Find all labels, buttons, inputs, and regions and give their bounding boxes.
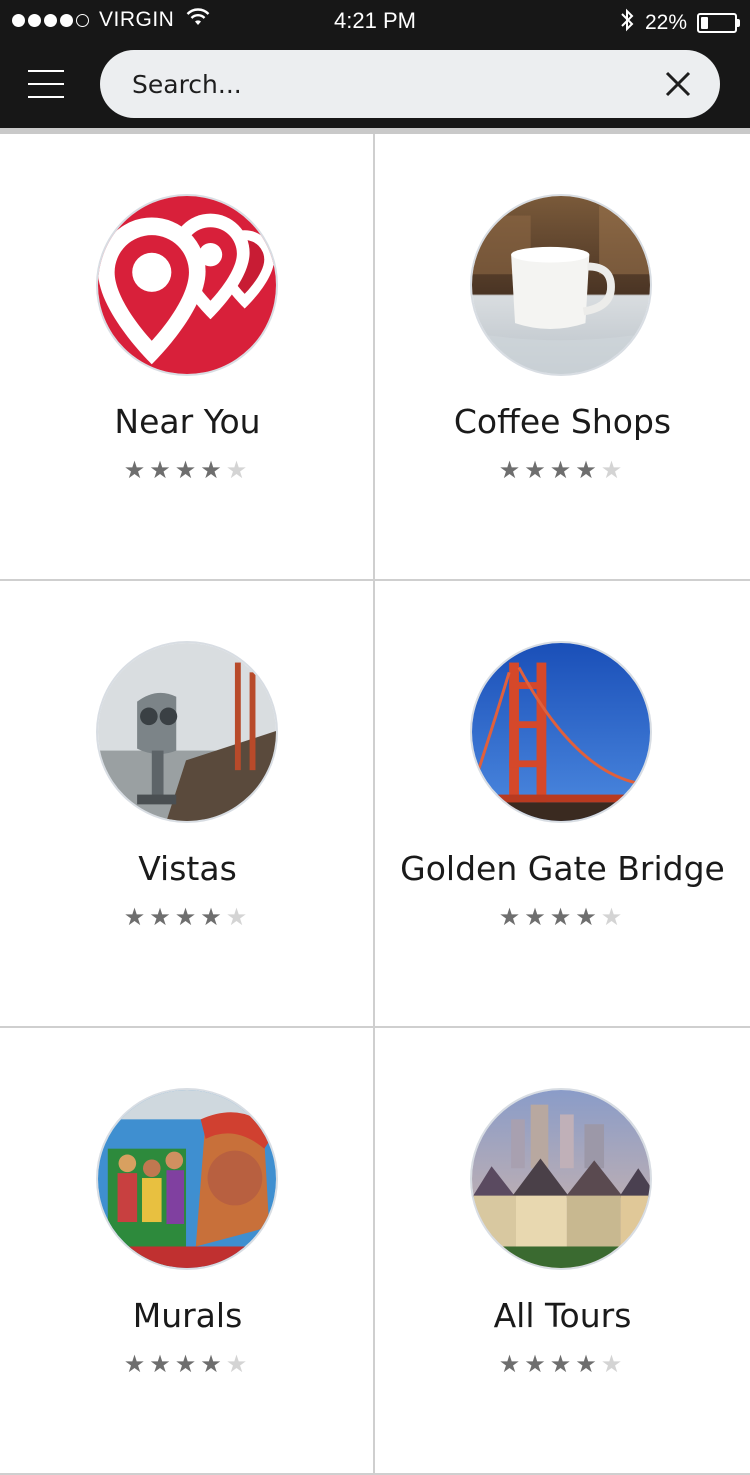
- star-rating: ★★★★★: [375, 903, 750, 931]
- star-empty-icon: ★: [225, 456, 252, 484]
- star-filled-icon: ★: [174, 456, 201, 484]
- star-filled-icon: ★: [575, 903, 601, 931]
- golden-gate-bridge-photo: [470, 641, 652, 823]
- star-rating: ★★★★★: [375, 456, 750, 484]
- tile-title: Coffee Shops: [453, 402, 672, 441]
- painted-ladies-photo: [470, 1088, 652, 1270]
- star-filled-icon: ★: [498, 1350, 525, 1378]
- star-filled-icon: ★: [575, 456, 601, 484]
- battery-percent: 22%: [644, 11, 687, 34]
- star-empty-icon: ★: [600, 1350, 627, 1378]
- search-input[interactable]: [132, 50, 632, 118]
- star-empty-icon: ★: [600, 456, 627, 484]
- star-filled-icon: ★: [575, 1350, 601, 1378]
- star-filled-icon: ★: [549, 1350, 576, 1378]
- binoculars-viewer-photo: [96, 641, 278, 823]
- top-nav-bar: [0, 40, 750, 128]
- search-bar: [100, 50, 720, 118]
- clear-search-icon[interactable]: [664, 70, 692, 98]
- tile-title: Near You: [114, 402, 261, 441]
- tile-near-you[interactable]: Near You ★★★★★: [0, 134, 375, 581]
- star-filled-icon: ★: [524, 456, 550, 484]
- star-filled-icon: ★: [498, 456, 525, 484]
- star-empty-icon: ★: [600, 903, 627, 931]
- star-filled-icon: ★: [149, 903, 175, 931]
- hamburger-menu-icon[interactable]: [28, 70, 64, 100]
- star-filled-icon: ★: [123, 456, 150, 484]
- mural-photo: [96, 1088, 278, 1270]
- status-right: 22%: [619, 8, 740, 38]
- star-empty-icon: ★: [225, 903, 252, 931]
- star-filled-icon: ★: [123, 903, 150, 931]
- status-bar: VIRGIN 4:21 PM 22%: [0, 0, 750, 40]
- star-filled-icon: ★: [149, 1350, 175, 1378]
- star-filled-icon: ★: [200, 1350, 226, 1378]
- star-rating: ★★★★★: [0, 1350, 375, 1378]
- star-filled-icon: ★: [174, 903, 201, 931]
- tile-coffee-shops[interactable]: Coffee Shops ★★★★★: [375, 134, 750, 581]
- star-filled-icon: ★: [200, 456, 226, 484]
- tile-title: Golden Gate Bridge: [400, 849, 725, 888]
- tile-vistas[interactable]: Vistas ★★★★★: [0, 581, 375, 1028]
- category-grid: Near You ★★★★★ Coffee Shops ★★★★★ Vistas…: [0, 134, 750, 1475]
- star-filled-icon: ★: [123, 1350, 150, 1378]
- bluetooth-icon: [619, 8, 635, 38]
- star-filled-icon: ★: [200, 903, 226, 931]
- star-rating: ★★★★★: [375, 1350, 750, 1378]
- star-rating: ★★★★★: [0, 456, 375, 484]
- tile-title: Murals: [132, 1296, 243, 1335]
- star-filled-icon: ★: [174, 1350, 201, 1378]
- star-filled-icon: ★: [524, 903, 550, 931]
- star-filled-icon: ★: [498, 903, 525, 931]
- tile-golden-gate-bridge[interactable]: Golden Gate Bridge ★★★★★: [375, 581, 750, 1028]
- tile-all-tours[interactable]: All Tours ★★★★★: [375, 1028, 750, 1475]
- star-filled-icon: ★: [549, 456, 576, 484]
- tile-murals[interactable]: Murals ★★★★★: [0, 1028, 375, 1475]
- star-filled-icon: ★: [549, 903, 576, 931]
- tile-title: All Tours: [493, 1296, 632, 1335]
- star-filled-icon: ★: [149, 456, 175, 484]
- battery-icon: [697, 13, 740, 33]
- star-empty-icon: ★: [225, 1350, 252, 1378]
- map-pins-icon: [96, 194, 278, 376]
- star-rating: ★★★★★: [0, 903, 375, 931]
- tile-title: Vistas: [138, 849, 237, 888]
- coffee-cup-photo: [470, 194, 652, 376]
- star-filled-icon: ★: [524, 1350, 550, 1378]
